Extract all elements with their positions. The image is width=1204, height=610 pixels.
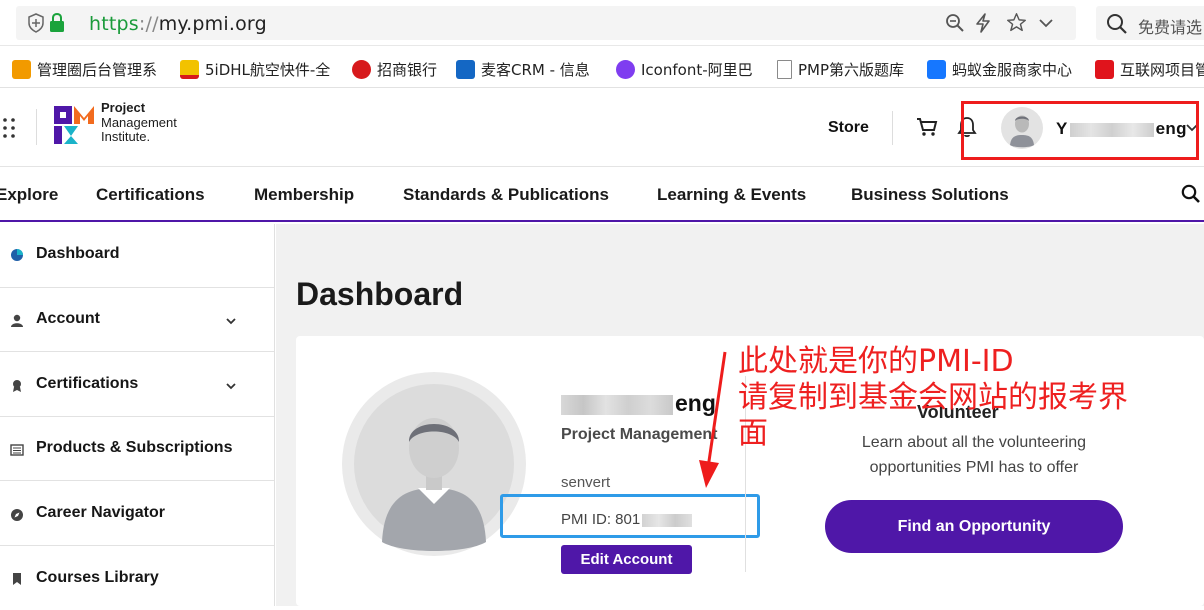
zoom-icon[interactable] xyxy=(945,13,965,33)
bookmark-label: PMP第六版题库 xyxy=(798,60,905,79)
profile-username: senvert xyxy=(561,474,611,491)
annotation-text: 此处就是你的PMI-ID 请复制到基金会网站的报考界 面 xyxy=(738,344,1178,452)
annotation-line: 请复制到基金会网站的报考界 xyxy=(738,380,1128,415)
edit-account-button[interactable]: Edit Account xyxy=(561,545,692,574)
pmi-logo-icon[interactable] xyxy=(52,104,96,146)
bookmark-favicon-icon xyxy=(12,59,31,79)
url-host: my.pmi.org xyxy=(158,13,267,35)
profile-name-redaction xyxy=(561,394,673,415)
bookmark-label: 管理圈后台管理系 xyxy=(37,60,158,79)
bookmark-item[interactable]: 5iDHL航空快件-全 xyxy=(180,58,336,80)
logo-line-institute: Institute. xyxy=(101,129,151,144)
bookmark-label: 互联网项目管 xyxy=(1120,60,1204,79)
annotation-arrow-icon xyxy=(699,351,727,488)
lightning-icon[interactable] xyxy=(974,13,992,33)
apps-grid-icon[interactable] xyxy=(2,117,20,139)
search-icon[interactable] xyxy=(1181,184,1201,204)
header-divider xyxy=(892,111,893,145)
nav-item-learning-events[interactable]: Learning & Events xyxy=(657,185,806,205)
compass-icon xyxy=(11,509,23,521)
lock-icon[interactable] xyxy=(49,13,65,33)
url-separator: :// xyxy=(138,13,159,35)
bookmark-favicon-icon xyxy=(1095,59,1114,79)
sidebar: Dashboard Account Certifications Product… xyxy=(0,224,275,606)
bookmark-item[interactable]: 蚂蚁金服商家中心 xyxy=(927,58,1080,80)
user-menu-highlight-box xyxy=(961,101,1199,160)
nav-item-business-solutions[interactable]: Business Solutions xyxy=(851,185,1009,205)
annotation-line: 面 xyxy=(738,416,768,451)
sidebar-item-label: Products & Subscriptions xyxy=(36,439,233,456)
sidebar-item-label: Certifications xyxy=(36,375,139,392)
find-opportunity-button[interactable]: Find an Opportunity xyxy=(825,500,1123,553)
bookmark-favicon-icon xyxy=(927,59,946,79)
nav-item-membership[interactable]: Membership xyxy=(254,185,354,205)
sidebar-item-dashboard[interactable]: Dashboard xyxy=(0,224,274,288)
profile-avatar-icon[interactable] xyxy=(342,372,526,556)
user-icon xyxy=(11,314,23,327)
page-title: Dashboard xyxy=(296,276,464,312)
sidebar-item-career-navigator[interactable]: Career Navigator xyxy=(0,482,274,546)
cart-icon[interactable] xyxy=(916,117,938,137)
dashboard-icon xyxy=(11,249,23,261)
store-link[interactable]: Store xyxy=(828,119,869,137)
chevron-down-icon[interactable] xyxy=(1038,16,1054,30)
nav-item-certifications[interactable]: Certifications xyxy=(96,185,205,205)
main-nav: Explore Certifications Membership Standa… xyxy=(0,167,1204,222)
browser-search-field[interactable]: 免费请选 xyxy=(1096,6,1204,40)
sidebar-item-label: Account xyxy=(36,310,100,327)
logo-line-project: Project xyxy=(101,100,146,115)
bookmark-favicon-icon xyxy=(616,59,635,79)
pmi-id-value: PMI ID: 801 xyxy=(561,511,693,528)
bookmark-favicon-icon xyxy=(180,59,199,79)
bookmark-label: 招商银行 xyxy=(377,60,438,79)
sidebar-item-label: Career Navigator xyxy=(36,504,165,521)
bookmark-label: 5iDHL航空快件-全 xyxy=(205,60,331,79)
bookmark-item[interactable]: 管理圈后台管理系 xyxy=(12,58,165,80)
browser-address-bar: https://my.pmi.org 免费请选 xyxy=(0,0,1204,46)
bookmarks-bar: 管理圈后台管理系 5iDHL航空快件-全 招商银行 麦客CRM - 信息 Ico… xyxy=(0,50,1204,88)
star-icon[interactable] xyxy=(1006,12,1027,33)
nav-item-explore[interactable]: Explore xyxy=(0,185,58,205)
bookmark-favicon-icon xyxy=(352,59,371,79)
search-icon xyxy=(1107,14,1127,34)
bookmark-label: Iconfont-阿里巴 xyxy=(641,60,753,79)
bookmark-page-icon xyxy=(777,59,792,79)
volunteer-description-line: opportunities PMI has to offer xyxy=(869,459,1079,476)
browser-search-placeholder: 免费请选 xyxy=(1138,18,1203,37)
sidebar-item-account[interactable]: Account xyxy=(0,288,274,352)
list-icon xyxy=(10,444,24,456)
bookmark-item[interactable]: Iconfont-阿里巴 xyxy=(616,58,759,80)
url-field[interactable]: https://my.pmi.org xyxy=(16,6,1076,40)
sidebar-item-products-subscriptions[interactable]: Products & Subscriptions xyxy=(0,417,274,481)
sidebar-item-certifications[interactable]: Certifications xyxy=(0,353,274,417)
bookmark-item[interactable]: PMP第六版题库 xyxy=(777,58,917,80)
url-protocol: https xyxy=(89,13,139,35)
sidebar-item-label: Courses Library xyxy=(36,569,159,586)
bookmark-item[interactable]: 互联网项目管 xyxy=(1095,58,1204,80)
bookmark-item[interactable]: 麦客CRM - 信息 xyxy=(456,58,600,80)
bookmark-label: 蚂蚁金服商家中心 xyxy=(952,60,1073,79)
pmi-logo-text[interactable]: Project Management Institute. xyxy=(101,100,177,145)
chevron-down-icon xyxy=(226,383,236,390)
annotation-line: 此处就是你的PMI-ID xyxy=(738,344,1014,379)
logo-line-management: Management xyxy=(101,114,177,130)
bookmark-icon xyxy=(13,573,21,585)
award-icon xyxy=(13,380,21,392)
nav-item-standards-publications[interactable]: Standards & Publications xyxy=(403,185,609,205)
url-text[interactable]: https://my.pmi.org xyxy=(89,13,267,35)
sidebar-item-label: Dashboard xyxy=(36,245,120,262)
chevron-down-icon xyxy=(226,318,236,325)
bookmark-label: 麦客CRM - 信息 xyxy=(481,60,590,79)
header-divider xyxy=(36,109,37,145)
pmi-id-label: PMI ID: 801 xyxy=(561,511,641,528)
bookmark-item[interactable]: 招商银行 xyxy=(352,58,446,80)
shield-icon[interactable] xyxy=(26,13,46,33)
bookmark-favicon-icon xyxy=(456,59,475,79)
pmi-id-redaction xyxy=(642,513,693,527)
sidebar-item-courses-library[interactable]: Courses Library xyxy=(0,546,274,610)
